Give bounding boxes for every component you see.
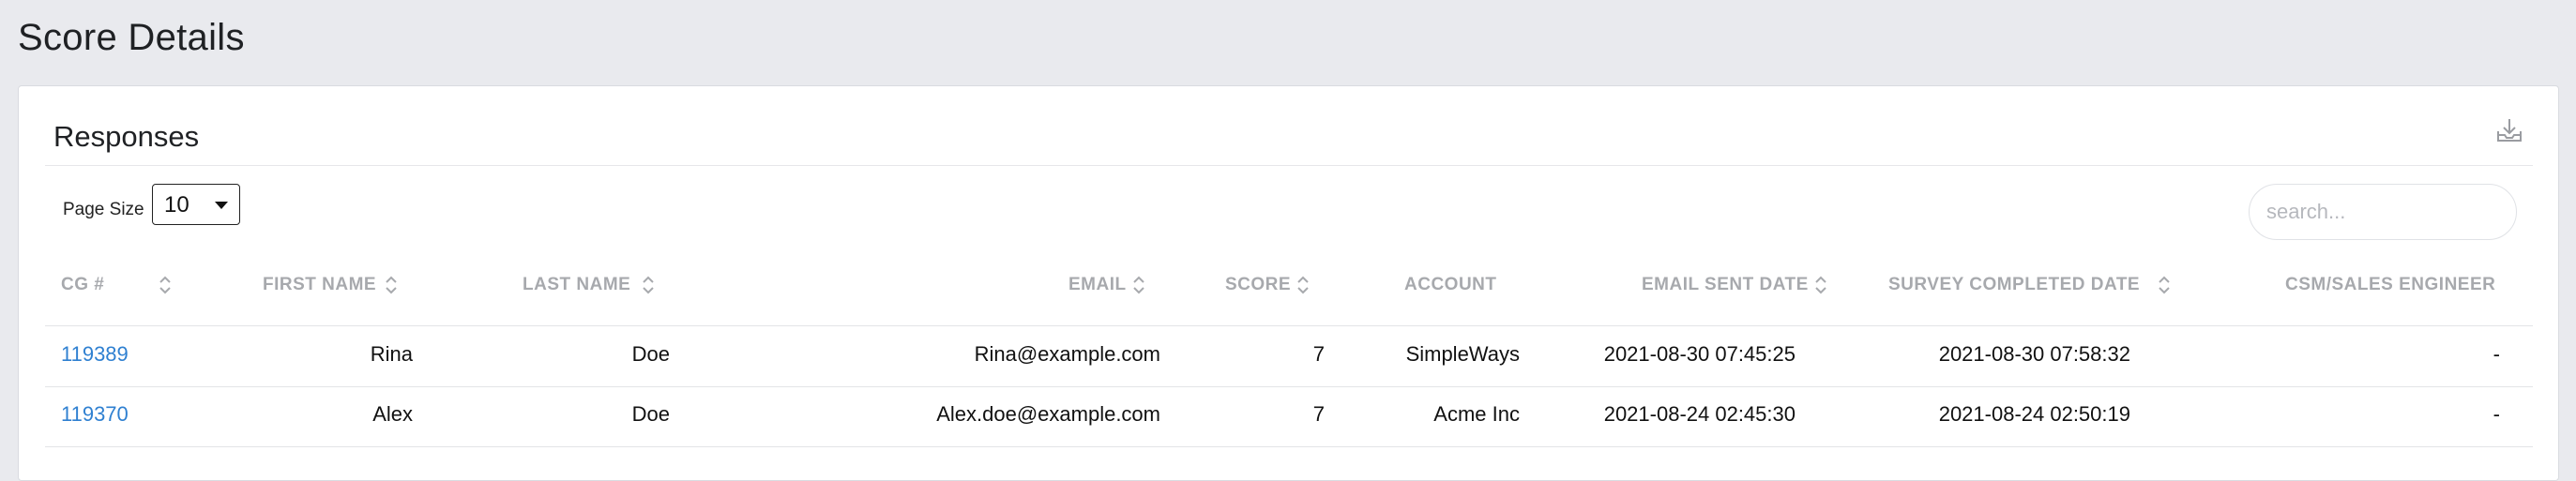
header-divider <box>45 165 2533 166</box>
survey-completed-date-cell: 2021-08-30 07:58:32 <box>1938 342 2130 366</box>
first-name-cell: Rina <box>370 342 413 366</box>
sort-icon[interactable] <box>1814 275 1827 295</box>
column-header-cg[interactable]: CG # <box>61 275 104 295</box>
account-cell: Acme Inc <box>1433 402 1520 426</box>
cg-link[interactable]: 119389 <box>61 342 129 367</box>
cg-link[interactable]: 119370 <box>61 402 129 427</box>
column-header-email-sent-date[interactable]: EMAIL SENT DATE <box>1642 275 1809 295</box>
column-header-last-name[interactable]: LAST NAME <box>523 275 630 295</box>
first-name-cell: Alex <box>372 402 413 426</box>
page-size-select[interactable]: 10 <box>152 184 240 225</box>
column-header-score[interactable]: SCORE <box>1225 275 1291 295</box>
email-cell: Alex.doe@example.com <box>936 402 1160 426</box>
account-cell: SimpleWays <box>1405 342 1520 366</box>
column-header-survey-completed-date[interactable]: SURVEY COMPLETED DATE <box>1888 275 2140 295</box>
column-header-email[interactable]: EMAIL <box>1068 275 1127 295</box>
sort-icon[interactable] <box>2158 275 2171 295</box>
email-sent-date-cell: 2021-08-30 07:45:25 <box>1603 342 1796 366</box>
email-cell: Rina@example.com <box>974 342 1160 366</box>
column-header-first-name[interactable]: FIRST NAME <box>263 275 376 295</box>
search-input[interactable] <box>2249 184 2517 240</box>
score-cell: 7 <box>1312 342 1325 366</box>
responses-card: Responses Page Size 10 CG # FIRST NAME L… <box>18 85 2559 481</box>
export-download-icon[interactable] <box>2493 114 2525 146</box>
csm-cell: - <box>2493 342 2500 366</box>
sort-icon[interactable] <box>385 275 398 295</box>
page-size-value: 10 <box>164 192 189 218</box>
row-divider <box>45 386 2533 387</box>
csm-cell: - <box>2493 402 2500 426</box>
column-header-account: ACCOUNT <box>1404 275 1497 294</box>
survey-completed-date-cell: 2021-08-24 02:50:19 <box>1938 402 2130 426</box>
sort-icon[interactable] <box>159 275 172 295</box>
score-cell: 7 <box>1312 402 1325 426</box>
column-header-csm-sales-engineer: CSM/SALES ENGINEER <box>2285 275 2496 294</box>
row-divider <box>45 446 2533 447</box>
last-name-cell: Doe <box>631 342 670 366</box>
sort-icon[interactable] <box>1296 275 1310 295</box>
sort-icon[interactable] <box>642 275 655 295</box>
email-sent-date-cell: 2021-08-24 02:45:30 <box>1603 402 1796 426</box>
table-header-divider <box>45 325 2533 326</box>
card-title: Responses <box>53 120 200 153</box>
last-name-cell: Doe <box>631 402 670 426</box>
page-title: Score Details <box>18 17 245 58</box>
sort-icon[interactable] <box>1132 275 1145 295</box>
page-size-label: Page Size <box>63 200 144 219</box>
chevron-down-icon <box>215 202 228 209</box>
